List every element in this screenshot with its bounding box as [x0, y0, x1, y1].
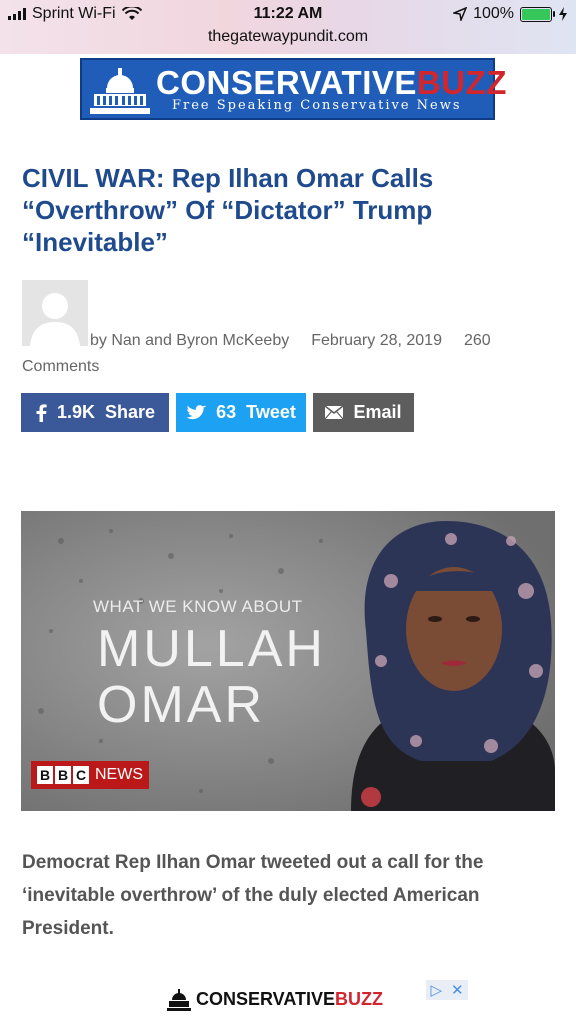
bbc-news-logo: B B C NEWS	[31, 761, 149, 789]
email-icon	[325, 406, 344, 419]
twitter-share-label: Tweet	[246, 402, 296, 422]
bbc-logo-b2: B	[55, 766, 71, 784]
twitter-icon	[186, 404, 206, 419]
battery-percent: 100%	[473, 5, 514, 22]
banner-title-accent: BUZZ	[416, 64, 507, 101]
article-body: Democrat Rep Ilhan Omar tweeted out a ca…	[22, 852, 484, 939]
status-right: 100%	[453, 5, 568, 23]
banner-subtitle: Free Speaking Conservative News	[172, 98, 462, 113]
battery-fill	[522, 8, 550, 20]
email-share-label: Email	[353, 402, 402, 422]
url-text[interactable]: thegatewaypundit.com	[208, 28, 368, 45]
ad-banner[interactable]: CONSERVATIVEBUZZ ▷ ✕	[160, 980, 470, 1024]
image-caption-line2: OMAR	[97, 676, 265, 734]
ad-title: CONSERVATIVEBUZZ	[196, 989, 383, 1010]
status-bar: Sprint Wi-Fi 11:22 AM 100%	[0, 0, 576, 28]
charging-icon	[559, 7, 567, 21]
facebook-share-count: 1.9K	[56, 402, 95, 422]
article-image: WHAT WE KNOW ABOUT MULLAH OMAR B B C NEW…	[21, 511, 555, 811]
ad-title-accent: BUZZ	[335, 988, 384, 1009]
url-bar[interactable]: thegatewaypundit.com	[0, 26, 576, 54]
banner-title: CONSERVATIVEBUZZ	[156, 64, 507, 102]
author-name[interactable]: by Nan and Byron McKeeby	[90, 332, 289, 349]
twitter-share-button[interactable]: 63 Tweet	[176, 393, 306, 432]
image-caption-line1: MULLAH	[97, 620, 326, 678]
capitol-icon	[167, 989, 191, 1011]
image-caption-large: MULLAH OMAR	[97, 621, 326, 733]
bbc-logo-news: NEWS	[95, 766, 143, 783]
close-icon[interactable]: ✕	[451, 981, 464, 999]
email-share-button[interactable]: Email	[313, 393, 414, 432]
ad-title-main: CONSERVATIVE	[196, 988, 336, 1009]
location-icon	[453, 7, 468, 21]
battery-icon	[520, 6, 555, 22]
article-headline: CIVIL WAR: Rep Ilhan Omar Calls “Overthr…	[22, 163, 434, 257]
bbc-logo-c: C	[73, 766, 89, 784]
byline: by Nan and Byron McKeeby February 28, 201…	[22, 328, 552, 380]
facebook-share-label: Share	[105, 402, 156, 422]
capitol-icon	[90, 68, 150, 114]
ad-choices-icon[interactable]: ▷	[430, 981, 442, 999]
article-date: February 28, 2019	[311, 332, 442, 349]
ad-content[interactable]: CONSERVATIVEBUZZ	[166, 986, 383, 1012]
banner-title-main: CONSERVATIVE	[156, 64, 417, 101]
facebook-share-button[interactable]: 1.9K Share	[21, 393, 169, 432]
facebook-icon	[36, 403, 47, 422]
ad-choices[interactable]: ▷ ✕	[426, 980, 468, 1000]
twitter-share-count: 63	[216, 402, 237, 422]
bbc-logo-b1: B	[37, 766, 53, 784]
site-banner[interactable]: CONSERVATIVEBUZZ Free Speaking Conservat…	[80, 58, 506, 120]
image-caption-small: WHAT WE KNOW ABOUT	[93, 597, 303, 616]
